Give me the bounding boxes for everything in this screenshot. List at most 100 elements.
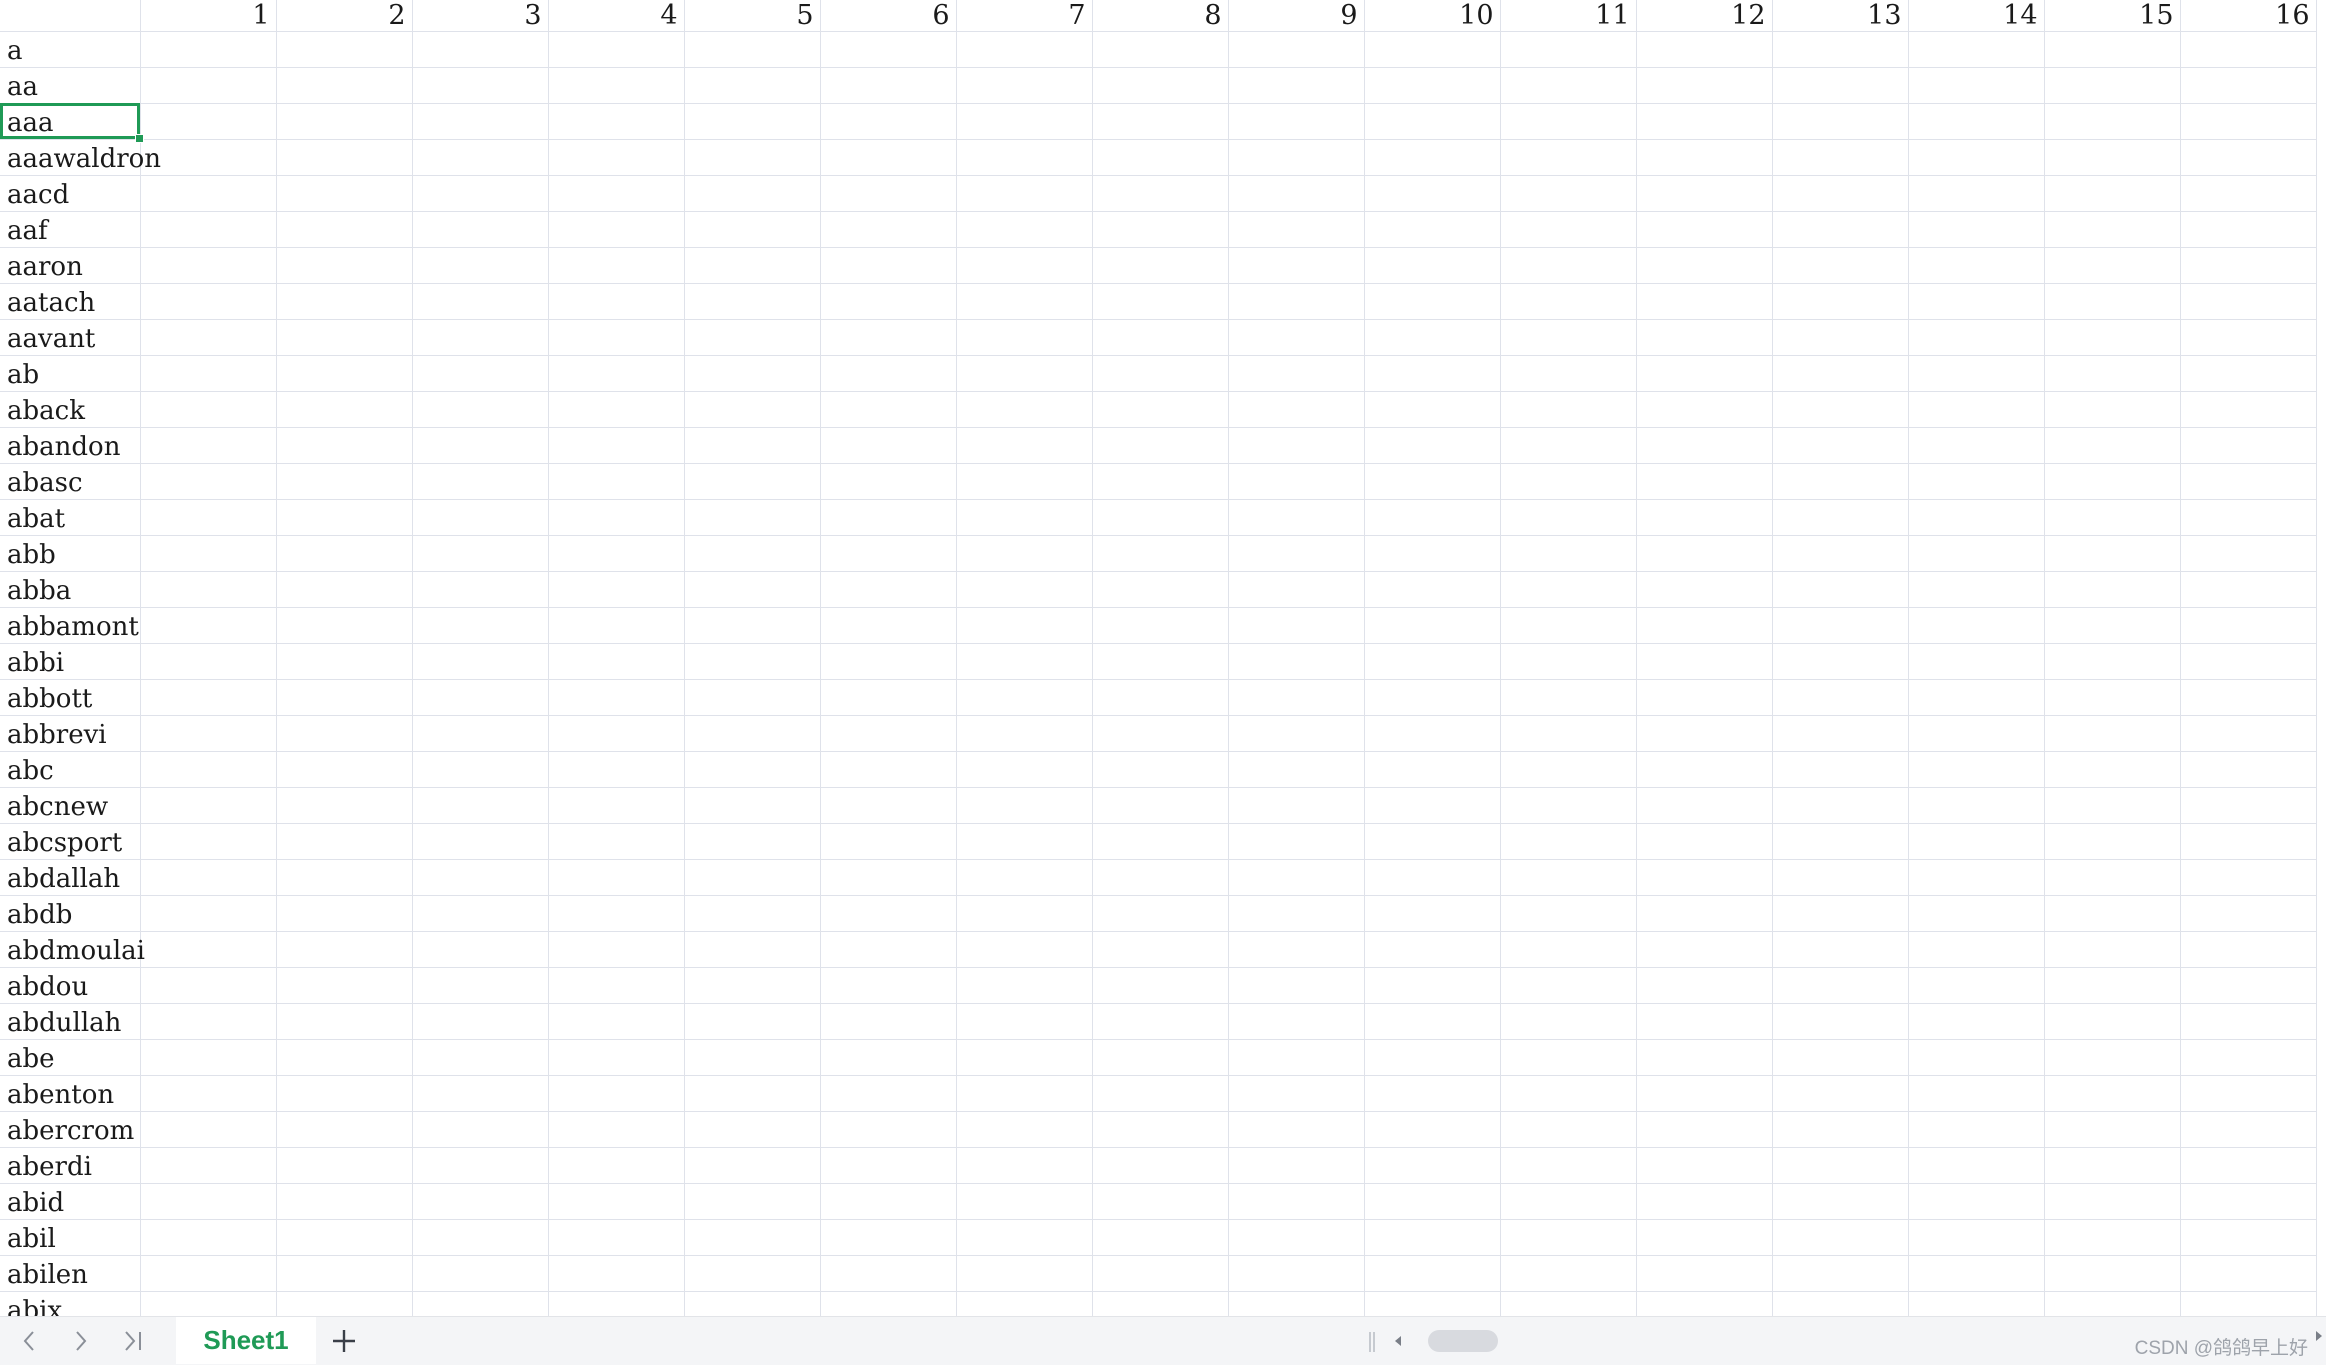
cell[interactable] — [1228, 895, 1365, 932]
header-cell[interactable]: 15 — [2044, 0, 2181, 32]
cell[interactable] — [1500, 391, 1637, 428]
cell[interactable] — [820, 31, 957, 68]
cell[interactable] — [276, 931, 413, 968]
cell[interactable] — [140, 859, 277, 896]
cell[interactable] — [1500, 175, 1637, 212]
cell[interactable] — [2044, 571, 2181, 608]
cell[interactable] — [1092, 139, 1229, 176]
cell[interactable] — [2180, 355, 2317, 392]
cell[interactable] — [1500, 427, 1637, 464]
cell[interactable] — [684, 1183, 821, 1220]
cell[interactable] — [2180, 715, 2317, 752]
cell[interactable] — [140, 895, 277, 932]
cell[interactable] — [1908, 175, 2045, 212]
cell[interactable] — [140, 463, 277, 500]
cell[interactable]: abe — [0, 1039, 141, 1076]
cell[interactable] — [548, 103, 685, 140]
cell[interactable] — [140, 535, 277, 572]
cell[interactable] — [276, 1147, 413, 1184]
cell[interactable] — [1228, 139, 1365, 176]
cell[interactable] — [276, 1039, 413, 1076]
cell[interactable] — [956, 67, 1093, 104]
cell[interactable] — [276, 1111, 413, 1148]
cell[interactable] — [2044, 823, 2181, 860]
cell[interactable] — [956, 823, 1093, 860]
cell[interactable] — [1364, 463, 1501, 500]
cell[interactable] — [2180, 139, 2317, 176]
cell[interactable] — [140, 787, 277, 824]
cell[interactable] — [820, 1291, 957, 1316]
cell[interactable] — [1636, 1183, 1773, 1220]
cell[interactable] — [684, 643, 821, 680]
cell[interactable] — [684, 427, 821, 464]
cell[interactable] — [548, 1075, 685, 1112]
cell[interactable] — [1364, 1183, 1501, 1220]
cell[interactable] — [1228, 427, 1365, 464]
cell[interactable] — [2044, 139, 2181, 176]
cell[interactable] — [684, 1147, 821, 1184]
cell[interactable] — [412, 319, 549, 356]
cell[interactable] — [684, 571, 821, 608]
cell[interactable] — [2044, 1291, 2181, 1316]
cell[interactable] — [1772, 139, 1909, 176]
cell[interactable] — [276, 1183, 413, 1220]
cell[interactable] — [2180, 751, 2317, 788]
cell[interactable] — [1228, 175, 1365, 212]
cell[interactable] — [276, 427, 413, 464]
cell[interactable] — [2044, 895, 2181, 932]
cell[interactable] — [412, 247, 549, 284]
cell[interactable]: abbrevi — [0, 715, 141, 752]
cell[interactable] — [1228, 715, 1365, 752]
cell[interactable] — [684, 1039, 821, 1076]
cell[interactable] — [1636, 1003, 1773, 1040]
cell[interactable] — [1908, 1219, 2045, 1256]
cell[interactable] — [1908, 211, 2045, 248]
cell[interactable] — [1908, 319, 2045, 356]
cell[interactable] — [1772, 787, 1909, 824]
cell[interactable] — [276, 571, 413, 608]
header-cell[interactable]: 7 — [956, 0, 1093, 32]
cell[interactable] — [1636, 679, 1773, 716]
header-cell[interactable]: 4 — [548, 0, 685, 32]
cell[interactable] — [1092, 391, 1229, 428]
cell[interactable] — [1092, 787, 1229, 824]
cell[interactable] — [2044, 679, 2181, 716]
cell[interactable] — [1908, 1075, 2045, 1112]
cell[interactable] — [1228, 643, 1365, 680]
cell[interactable] — [1772, 859, 1909, 896]
cell[interactable] — [276, 67, 413, 104]
cell[interactable] — [956, 1219, 1093, 1256]
cell[interactable] — [1228, 319, 1365, 356]
cell[interactable] — [1636, 103, 1773, 140]
cell[interactable]: aaron — [0, 247, 141, 284]
sheet-tab-sheet1[interactable]: Sheet1 — [176, 1317, 316, 1364]
cell[interactable]: abcsport — [0, 823, 141, 860]
cell[interactable]: abcnew — [0, 787, 141, 824]
cell[interactable] — [548, 355, 685, 392]
last-sheet-button[interactable] — [116, 1325, 150, 1357]
cell[interactable] — [1636, 751, 1773, 788]
cell[interactable] — [1908, 1255, 2045, 1292]
cell[interactable] — [684, 391, 821, 428]
cell[interactable] — [1636, 535, 1773, 572]
cell[interactable] — [2044, 1147, 2181, 1184]
cell[interactable] — [1908, 715, 2045, 752]
cell[interactable] — [412, 211, 549, 248]
cell[interactable] — [1772, 67, 1909, 104]
cell[interactable] — [412, 1039, 549, 1076]
cell[interactable] — [1636, 1111, 1773, 1148]
cell[interactable] — [684, 31, 821, 68]
cell[interactable] — [1228, 1291, 1365, 1316]
cell[interactable] — [1500, 1255, 1637, 1292]
cell[interactable] — [1500, 679, 1637, 716]
cell[interactable] — [276, 355, 413, 392]
cell[interactable] — [548, 319, 685, 356]
cell[interactable] — [548, 643, 685, 680]
cell[interactable] — [2044, 787, 2181, 824]
cell[interactable]: aaf — [0, 211, 141, 248]
cell[interactable] — [2044, 175, 2181, 212]
cell[interactable] — [1908, 1003, 2045, 1040]
cell[interactable] — [1908, 679, 2045, 716]
cell[interactable] — [956, 139, 1093, 176]
cell[interactable] — [1364, 715, 1501, 752]
